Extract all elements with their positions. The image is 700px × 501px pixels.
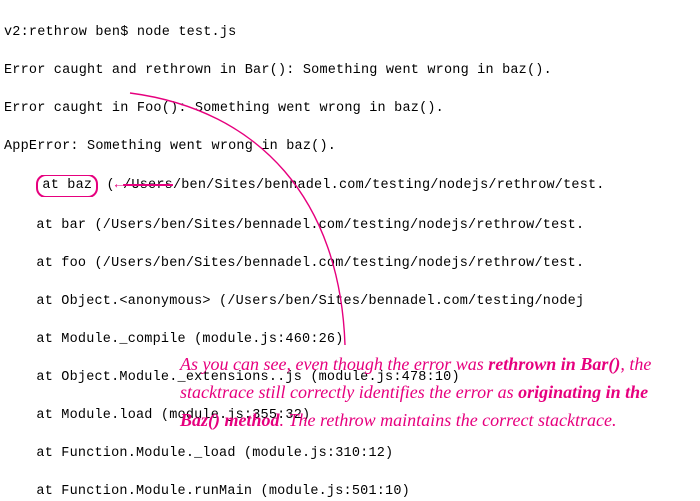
stack-line: at Function.Module._load (module.js:310:… — [4, 444, 696, 463]
stack-line: at Module._compile (module.js:460:26) — [4, 330, 696, 349]
prompt-line: v2:rethrow ben$ node test.js — [4, 23, 696, 42]
stack-line: at Object.<anonymous> (/Users/ben/Sites/… — [4, 292, 696, 311]
annotation-part: As you can see, even though the error wa… — [180, 354, 488, 374]
struck-text: /Users — [123, 178, 173, 193]
annotation-emphasis: rethrown in Bar() — [488, 354, 620, 374]
arrow-icon: ← — [115, 176, 123, 195]
stack-line: at foo (/Users/ben/Sites/bennadel.com/te… — [4, 254, 696, 273]
stack-line-highlighted: at baz (←/Users/ben/Sites/bennadel.com/t… — [4, 175, 696, 197]
annotation-text: As you can see, even though the error wa… — [180, 350, 660, 434]
highlighted-function: at baz — [36, 175, 98, 197]
output-line: AppError: Something went wrong in baz(). — [4, 137, 696, 156]
stack-text: ( — [98, 178, 115, 193]
output-line: Error caught and rethrown in Bar(): Some… — [4, 61, 696, 80]
stack-line: at bar (/Users/ben/Sites/bennadel.com/te… — [4, 216, 696, 235]
annotation-part: . The rethrow maintains the correct stac… — [280, 410, 617, 430]
stack-line: at Function.Module.runMain (module.js:50… — [4, 482, 696, 501]
stack-text: /ben/Sites/bennadel.com/testing/nodejs/r… — [173, 178, 605, 193]
output-line: Error caught in Foo(): Something went wr… — [4, 99, 696, 118]
